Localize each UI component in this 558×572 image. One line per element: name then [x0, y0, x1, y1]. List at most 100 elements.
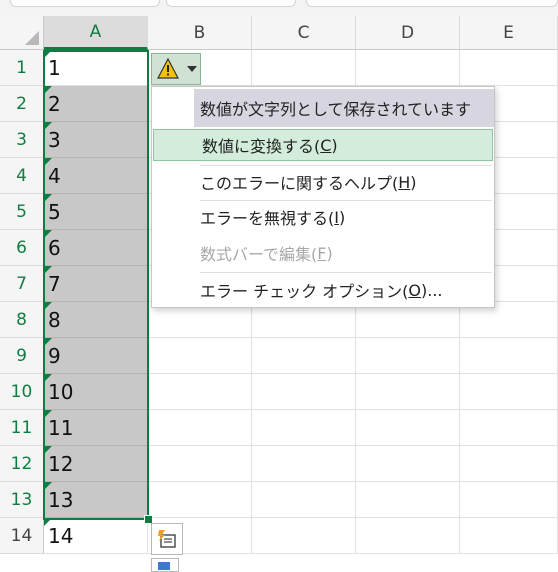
- column-header-e[interactable]: E: [460, 16, 558, 50]
- row-header[interactable]: 5: [0, 194, 44, 230]
- cell[interactable]: [460, 374, 558, 410]
- cell-value: 2: [48, 92, 61, 116]
- cell-a[interactable]: 8: [44, 302, 148, 338]
- cell[interactable]: [252, 482, 356, 518]
- access-key: C: [320, 135, 332, 155]
- cell-a[interactable]: 2: [44, 86, 148, 122]
- menu-item-tail: )...: [421, 280, 443, 300]
- cell-a[interactable]: 6: [44, 230, 148, 266]
- warning-triangle-icon: [157, 58, 179, 79]
- menu-item-tail: ): [326, 243, 333, 263]
- cell-a[interactable]: 11: [44, 410, 148, 446]
- cell[interactable]: [460, 50, 558, 86]
- cell-value: 4: [48, 164, 61, 188]
- menu-header: 数値が文字列として保存されています: [194, 89, 494, 127]
- error-context-menu: 数値が文字列として保存されています 数値に変換する(C) このエラーに関するヘル…: [151, 86, 495, 308]
- error-check-button[interactable]: [151, 53, 201, 85]
- menu-item-label: このエラーに関するヘルプ(: [200, 174, 399, 193]
- row-header[interactable]: 2: [0, 86, 44, 122]
- select-all-corner[interactable]: [0, 16, 44, 50]
- paste-options-button[interactable]: [151, 523, 183, 555]
- cell-a[interactable]: 12: [44, 446, 148, 482]
- row-header[interactable]: 7: [0, 266, 44, 302]
- cell[interactable]: [356, 446, 460, 482]
- cell[interactable]: [460, 482, 558, 518]
- menu-item-error-check-options[interactable]: エラー チェック オプション(O)...: [152, 273, 494, 307]
- cell[interactable]: [252, 446, 356, 482]
- error-indicator-icon: [44, 122, 52, 130]
- error-indicator-icon: [44, 302, 52, 310]
- cell[interactable]: [148, 482, 252, 518]
- row-header[interactable]: 10: [0, 374, 44, 410]
- menu-item-ignore-error[interactable]: エラーを無視する(I): [152, 200, 494, 234]
- cell[interactable]: [460, 518, 558, 554]
- cell-value: 13: [48, 488, 74, 512]
- cell[interactable]: [356, 338, 460, 374]
- cell-a[interactable]: 1: [44, 50, 148, 86]
- error-indicator-icon: [44, 518, 52, 526]
- row-header[interactable]: 4: [0, 158, 44, 194]
- row-header[interactable]: 14: [0, 518, 44, 554]
- column-header-d[interactable]: D: [356, 16, 460, 50]
- column-header-c[interactable]: C: [252, 16, 356, 50]
- cell-value: 3: [48, 128, 61, 152]
- cell-a[interactable]: 9: [44, 338, 148, 374]
- cell[interactable]: [356, 518, 460, 554]
- error-indicator-icon: [44, 374, 52, 382]
- chevron-down-icon: [187, 66, 197, 72]
- cell[interactable]: [356, 410, 460, 446]
- row-header[interactable]: 1: [0, 50, 44, 86]
- cell-a[interactable]: 3: [44, 122, 148, 158]
- cell-a[interactable]: 13: [44, 482, 148, 518]
- row-header[interactable]: 3: [0, 122, 44, 158]
- cell[interactable]: [252, 374, 356, 410]
- menu-item-label: 数式バーで編集(: [200, 245, 318, 264]
- cell[interactable]: [460, 446, 558, 482]
- cell[interactable]: [460, 338, 558, 374]
- cell[interactable]: [252, 338, 356, 374]
- cell[interactable]: [148, 338, 252, 374]
- column-header-a[interactable]: A: [44, 16, 148, 50]
- cell-value: 6: [48, 236, 61, 260]
- row-header[interactable]: 9: [0, 338, 44, 374]
- access-key: F: [317, 243, 327, 263]
- cell[interactable]: [252, 518, 356, 554]
- error-indicator-icon: [44, 410, 52, 418]
- quick-analysis-button[interactable]: [151, 558, 179, 572]
- error-indicator-icon: [44, 158, 52, 166]
- cell[interactable]: [356, 50, 460, 86]
- cell[interactable]: [148, 446, 252, 482]
- cell-a[interactable]: 7: [44, 266, 148, 302]
- row-header[interactable]: 11: [0, 410, 44, 446]
- cell-value: 1: [48, 56, 61, 80]
- cell-a[interactable]: 14: [44, 518, 148, 554]
- cell[interactable]: [356, 482, 460, 518]
- column-header-b[interactable]: B: [148, 16, 252, 50]
- cell[interactable]: [460, 410, 558, 446]
- cell[interactable]: [148, 374, 252, 410]
- row-header[interactable]: 8: [0, 302, 44, 338]
- menu-item-convert-to-number[interactable]: 数値に変換する(C): [153, 129, 493, 161]
- error-indicator-icon: [44, 230, 52, 238]
- top-strip: [0, 0, 558, 16]
- cell[interactable]: [252, 50, 356, 86]
- row-header[interactable]: 13: [0, 482, 44, 518]
- cell-a[interactable]: 4: [44, 158, 148, 194]
- cell-value: 12: [48, 452, 74, 476]
- access-key: H: [398, 172, 411, 192]
- cell-value: 14: [48, 524, 74, 548]
- row-header[interactable]: 12: [0, 446, 44, 482]
- cell-a[interactable]: 10: [44, 374, 148, 410]
- menu-item-label: 数値に変換する(: [202, 137, 321, 156]
- error-indicator-icon: [44, 194, 52, 202]
- menu-item-tail: ): [331, 135, 338, 155]
- cell-a[interactable]: 5: [44, 194, 148, 230]
- menu-item-label: エラー チェック オプション(: [200, 282, 409, 301]
- cell[interactable]: [252, 410, 356, 446]
- cell-value: 8: [48, 308, 61, 332]
- menu-item-help[interactable]: このエラーに関するヘルプ(H): [152, 165, 494, 199]
- cell[interactable]: [148, 410, 252, 446]
- row-header[interactable]: 6: [0, 230, 44, 266]
- error-indicator-icon: [44, 446, 52, 454]
- cell[interactable]: [356, 374, 460, 410]
